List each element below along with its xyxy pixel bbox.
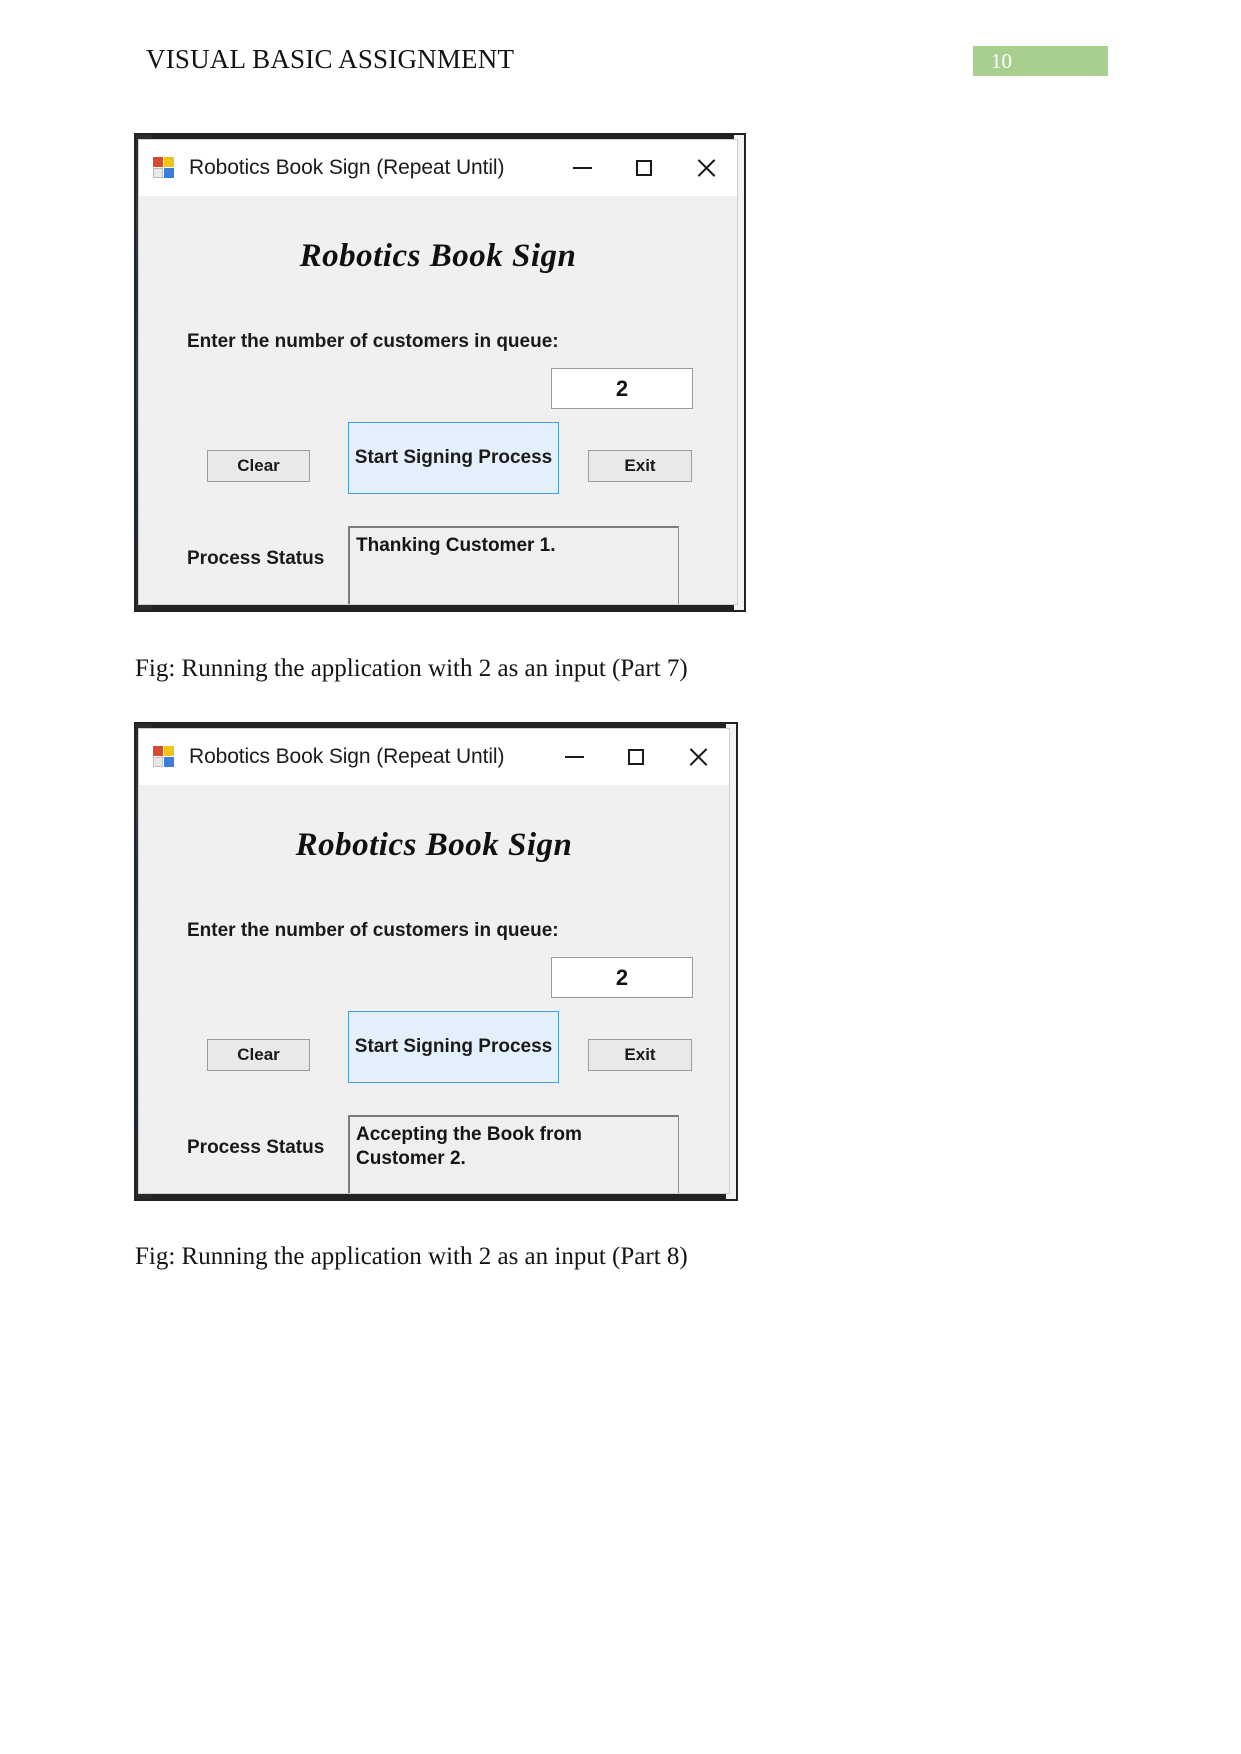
form-body: Robotics Book Sign Enter the number of c… (139, 785, 729, 1193)
exit-button[interactable]: Exit (588, 1039, 692, 1071)
vb-form-icon (153, 157, 175, 179)
figure-2-caption: Fig: Running the application with 2 as a… (135, 1243, 688, 1270)
form-heading: Robotics Book Sign (299, 238, 577, 274)
vb-form-icon (153, 746, 175, 768)
document-header: VISUAL BASIC ASSIGNMENT 10 (0, 44, 1241, 92)
page-number-badge: 10 (973, 46, 1108, 76)
close-button[interactable] (667, 729, 729, 785)
clear-button[interactable]: Clear (207, 450, 310, 482)
window-caption-buttons (543, 729, 729, 785)
customers-input-label: Enter the number of customers in queue: (187, 331, 559, 352)
process-status-label: Process Status (187, 548, 325, 569)
window-title: Robotics Book Sign (Repeat Until) (189, 156, 505, 179)
minimize-button[interactable] (543, 729, 605, 785)
start-signing-process-button[interactable]: Start Signing Process (348, 422, 559, 494)
form-heading: Robotics Book Sign (295, 827, 573, 863)
minimize-button[interactable] (551, 140, 613, 196)
process-status-label: Process Status (187, 1137, 325, 1158)
minimize-icon (572, 167, 592, 169)
figure-1-screenshot: Robotics Book Sign (Repeat Until) Roboti… (134, 133, 746, 612)
customers-input[interactable]: 2 (551, 957, 693, 998)
minimize-icon (564, 756, 584, 758)
close-icon (688, 747, 708, 767)
customers-input[interactable]: 2 (551, 368, 693, 409)
process-status-output: Thanking Customer 1. (348, 526, 679, 604)
maximize-icon (636, 160, 652, 176)
process-status-output: Accepting the Book from Customer 2. (348, 1115, 679, 1193)
maximize-icon (628, 749, 644, 765)
form-body: Robotics Book Sign Enter the number of c… (139, 196, 737, 604)
window-titlebar[interactable]: Robotics Book Sign (Repeat Until) (139, 140, 737, 196)
close-button[interactable] (675, 140, 737, 196)
exit-button[interactable]: Exit (588, 450, 692, 482)
maximize-button[interactable] (613, 140, 675, 196)
clear-button[interactable]: Clear (207, 1039, 310, 1071)
figure-1-caption: Fig: Running the application with 2 as a… (135, 655, 688, 682)
customers-input-label: Enter the number of customers in queue: (187, 920, 559, 941)
page-title: VISUAL BASIC ASSIGNMENT (146, 44, 515, 74)
start-signing-process-button[interactable]: Start Signing Process (348, 1011, 559, 1083)
window-title: Robotics Book Sign (Repeat Until) (189, 745, 505, 768)
maximize-button[interactable] (605, 729, 667, 785)
window-titlebar[interactable]: Robotics Book Sign (Repeat Until) (139, 729, 729, 785)
window-caption-buttons (551, 140, 737, 196)
vb-form-window-2: Robotics Book Sign (Repeat Until) Roboti… (138, 728, 730, 1194)
close-icon (696, 158, 716, 178)
figure-2-screenshot: Robotics Book Sign (Repeat Until) Roboti… (134, 722, 738, 1201)
vb-form-window-1: Robotics Book Sign (Repeat Until) Roboti… (138, 139, 738, 605)
